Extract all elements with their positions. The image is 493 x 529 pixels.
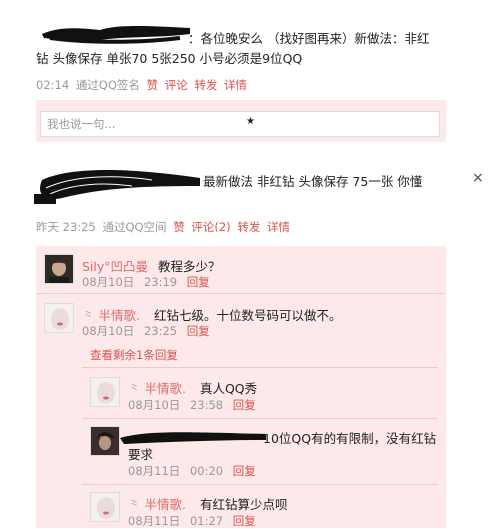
reply-divider xyxy=(82,484,438,485)
detail-link-2[interactable]: 详情 xyxy=(267,220,290,234)
comment-time: 00:20 xyxy=(189,464,224,478)
post2-meta: 昨天 23:25 通过QQ空间 赞 评论(2) 转发 详情 xyxy=(36,219,290,235)
forward-button[interactable]: 转发 xyxy=(194,78,217,92)
post2-text: 最新做法 非红钻 头像保存 75一张 你懂 xyxy=(203,174,423,189)
comment-time: 23:19 xyxy=(143,275,178,289)
view-more-replies-link[interactable]: 查看剩余1条回复 xyxy=(90,347,178,363)
comment-time: 01:27 xyxy=(189,514,224,528)
avatar[interactable] xyxy=(44,254,74,284)
comment2-meta: 08月10日 23:25 回复 xyxy=(82,323,210,339)
avatar[interactable] xyxy=(44,303,74,333)
comment-input[interactable]: 我也说一句... xyxy=(40,111,440,137)
reply2-line1: 10位QQ有的有限制，没有红钻 xyxy=(263,431,437,446)
reply1-line: ⺀ 半情歌. 真人QQ秀 xyxy=(128,378,257,397)
comment-divider xyxy=(36,293,446,294)
portrait-icon xyxy=(45,255,73,283)
comment-text: 有红钻算少点呗 xyxy=(199,497,288,512)
redacted-username-scribble-2 xyxy=(34,170,200,204)
view-more-label[interactable]: 查看剩余1条回复 xyxy=(90,348,178,362)
tag-icon: ⺀ xyxy=(82,308,95,323)
reply2-line2: 要求 xyxy=(128,447,154,462)
commenter-name[interactable]: 半情歌. xyxy=(99,308,140,323)
forward-button-2[interactable]: 转发 xyxy=(237,220,260,234)
comment-date: 08月10日 xyxy=(82,275,135,289)
reply-button[interactable]: 回复 xyxy=(233,514,256,528)
reply-button[interactable]: 回复 xyxy=(187,275,210,289)
post1-source: 通过QQ签名 xyxy=(75,78,140,92)
like-button-2[interactable]: 赞 xyxy=(173,220,185,234)
comment-date: 08月10日 xyxy=(82,324,135,338)
tag-icon: ⺀ xyxy=(128,381,141,396)
avatar[interactable] xyxy=(90,377,120,407)
comment-date: 08月10日 xyxy=(128,398,181,412)
comment2-line: ⺀ 半情歌. 红钻七级。十位数号码可以做不。 xyxy=(82,305,341,324)
commenter-name[interactable]: 半情歌. xyxy=(145,381,186,396)
post1-time: 02:14 xyxy=(36,78,70,92)
face-icon xyxy=(45,304,73,332)
face-icon xyxy=(91,378,119,406)
detail-link[interactable]: 详情 xyxy=(224,78,247,92)
post2-time: 昨天 23:25 xyxy=(36,220,96,234)
comment-text: 教程多少？ xyxy=(158,259,221,274)
cursor-sparkle-icon: ★ xyxy=(246,116,255,127)
comment-date: 08月11日 xyxy=(128,514,181,528)
commenter-name[interactable]: 半情歌. xyxy=(145,497,186,512)
redacted-username-scribble-3 xyxy=(120,432,266,444)
reply-button[interactable]: 回复 xyxy=(233,464,256,478)
comment-text: 真人QQ秀 xyxy=(199,381,258,396)
comment-date: 08月11日 xyxy=(128,464,181,478)
tag-icon: ⺀ xyxy=(128,497,141,512)
reply-button[interactable]: 回复 xyxy=(233,398,256,412)
avatar[interactable] xyxy=(90,426,120,456)
comment-time: 23:25 xyxy=(143,324,178,338)
commenter-name[interactable]: Sily°凹凸曼 xyxy=(82,259,148,274)
reply-divider xyxy=(82,367,438,368)
reply-button[interactable]: 回复 xyxy=(187,324,210,338)
comment-text: 红钻七级。十位数号码可以做不。 xyxy=(153,308,342,323)
reply1-meta: 08月10日 23:58 回复 xyxy=(128,397,256,413)
comment-time: 23:58 xyxy=(189,398,224,412)
post2-source: 通过QQ空间 xyxy=(102,220,167,234)
like-button[interactable]: 赞 xyxy=(147,78,159,92)
post1-text-line1: ：各位晚安么 （找好图再来）新做法：非红 xyxy=(188,31,430,46)
reply2-meta: 08月11日 00:20 回复 xyxy=(128,463,256,479)
comment1-line: Sily°凹凸曼 教程多少？ xyxy=(82,256,221,275)
face-icon xyxy=(91,493,119,521)
reply3-meta: 08月11日 01:27 回复 xyxy=(128,513,256,529)
post1-text-line2: 钻 头像保存 单张70 5张250 小号必须是9位QQ xyxy=(36,51,303,66)
close-icon[interactable]: × xyxy=(472,170,484,186)
comment-button-2[interactable]: 评论(2) xyxy=(191,220,230,234)
reply3-line: ⺀ 半情歌. 有红钻算少点呗 xyxy=(128,494,287,513)
redacted-username-scribble xyxy=(42,26,190,44)
comment-button[interactable]: 评论 xyxy=(165,78,188,92)
reply-divider xyxy=(82,418,438,419)
comment1-meta: 08月10日 23:19 回复 xyxy=(82,274,210,290)
portrait-icon xyxy=(91,427,119,455)
post1-meta: 02:14 通过QQ签名 赞 评论 转发 详情 xyxy=(36,77,247,93)
avatar[interactable] xyxy=(90,492,120,522)
